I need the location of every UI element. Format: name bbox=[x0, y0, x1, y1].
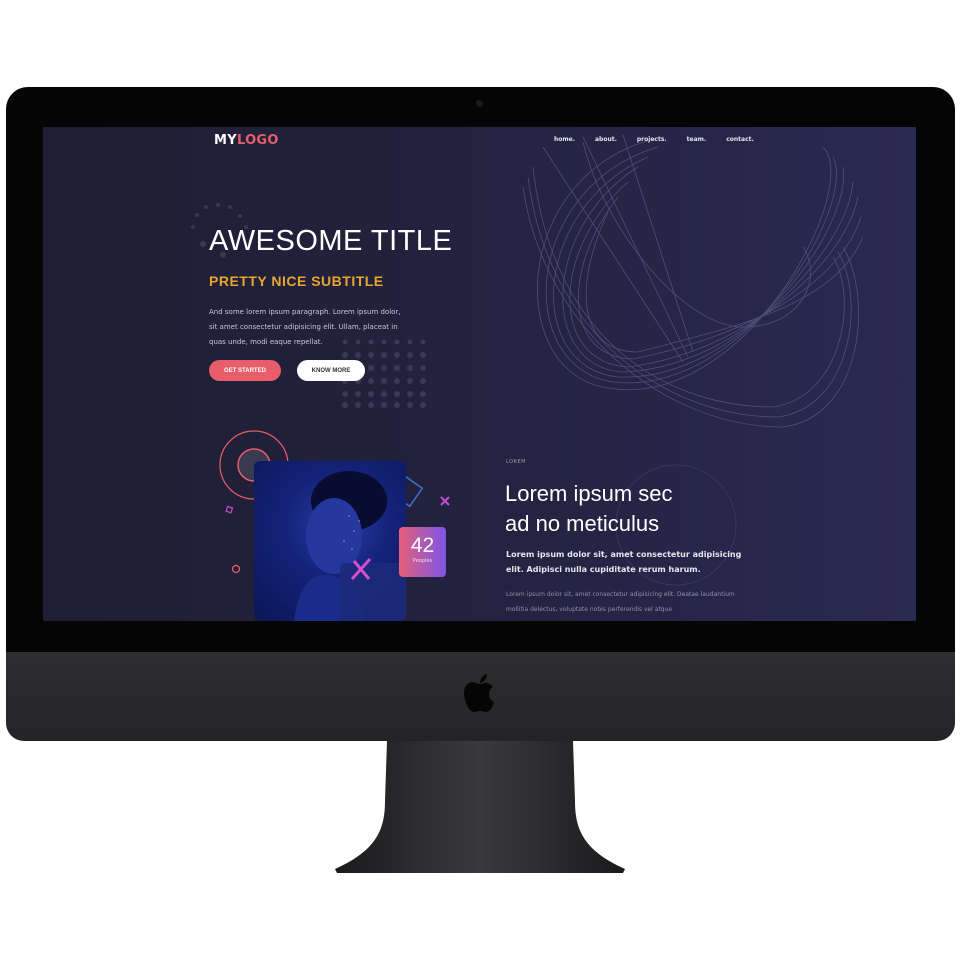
section-lead: Lorem ipsum dolor sit, amet consectetur … bbox=[506, 550, 742, 574]
camera bbox=[476, 100, 483, 107]
heading-line-2: ad no meticulus bbox=[505, 511, 660, 536]
main-nav: home. about. projects. team. contact. bbox=[554, 136, 774, 143]
hero-paragraph: And some lorem ipsum paragraph. Lorem ip… bbox=[209, 308, 401, 346]
website-screen: MYLOGO home. about. projects. team. cont… bbox=[43, 127, 916, 621]
logo-part2: LOGO bbox=[236, 133, 279, 148]
nav-team[interactable]: team. bbox=[687, 136, 707, 143]
know-more-button[interactable]: KNOW MORE bbox=[297, 360, 365, 381]
stat-label: Peoples bbox=[412, 558, 433, 564]
section-heading: Lorem ipsum sec ad no meticulus bbox=[505, 479, 705, 539]
nav-projects[interactable]: projects. bbox=[637, 136, 667, 143]
get-started-button[interactable]: GET STARTED bbox=[209, 360, 281, 381]
section-body: Lorem ipsum dolor sit, amet consectetur … bbox=[506, 591, 735, 613]
hero-subtitle: PRETTY NICE SUBTITLE bbox=[209, 273, 384, 289]
decorative-background bbox=[191, 134, 864, 586]
monitor-stand bbox=[335, 741, 625, 873]
nav-contact[interactable]: contact. bbox=[726, 136, 754, 143]
stat-card: 42 Peoples bbox=[399, 527, 446, 577]
heading-line-1: Lorem ipsum sec bbox=[505, 481, 673, 506]
logo-part1: MY bbox=[214, 133, 237, 148]
stat-value: 42 bbox=[410, 534, 435, 557]
nav-home[interactable]: home. bbox=[554, 136, 575, 143]
site-logo[interactable]: MYLOGO bbox=[214, 133, 279, 148]
apple-logo-icon bbox=[464, 674, 494, 712]
section-label: LOREM bbox=[506, 459, 526, 465]
portrait-image bbox=[254, 461, 406, 621]
hero-title: AWESOME TITLE bbox=[209, 225, 453, 257]
portrait-illustration bbox=[294, 471, 406, 621]
nav-about[interactable]: about. bbox=[595, 136, 617, 143]
